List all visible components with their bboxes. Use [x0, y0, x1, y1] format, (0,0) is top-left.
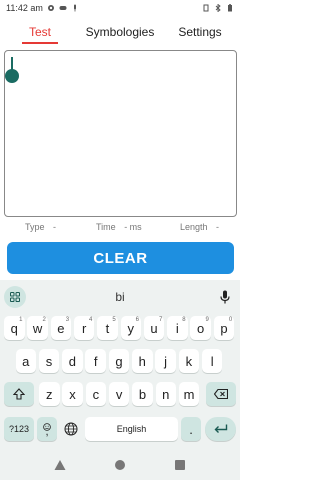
key-n[interactable]: n [155, 382, 176, 406]
key-r[interactable]: r4 [73, 316, 95, 340]
tab-test[interactable]: Test [0, 18, 80, 46]
keyboard-toolbar: bi [0, 283, 240, 309]
key-label: o [197, 320, 205, 336]
back-icon[interactable] [54, 459, 66, 471]
mic-icon[interactable] [216, 287, 234, 307]
soft-keyboard: bi q1w2e3r4t5y6u7i8o9p0 asdfghjkl zxcvbn… [0, 280, 240, 450]
navigation-bar [0, 450, 240, 480]
scan-output-textarea[interactable] [4, 50, 237, 217]
key-y[interactable]: y6 [120, 316, 141, 340]
battery-icon [226, 4, 234, 12]
keyboard-row-3: zxcvbnm [0, 382, 240, 408]
key-hint: 9 [205, 317, 209, 323]
type-value: - [53, 222, 57, 232]
key-label: q [10, 320, 18, 336]
length-value: - [216, 222, 220, 232]
bluetooth-icon [214, 4, 222, 12]
scan-info-row: Type - Time - ms Length - [0, 222, 240, 236]
key-h[interactable]: h [132, 349, 153, 373]
key-i[interactable]: i8 [167, 316, 188, 340]
key-hint: 5 [112, 317, 116, 323]
clear-button[interactable]: CLEAR [7, 242, 234, 274]
enter-key[interactable] [205, 417, 236, 441]
key-l[interactable]: l [201, 349, 223, 373]
key-hint: 1 [19, 317, 23, 323]
symbols-key[interactable]: ?123 [4, 417, 34, 441]
key-p[interactable]: p0 [213, 316, 235, 340]
space-key[interactable]: English [85, 417, 178, 441]
mic-small-icon [71, 4, 79, 12]
key-j[interactable]: j [155, 349, 176, 373]
key-hint: 4 [89, 317, 93, 323]
key-hint: 3 [65, 317, 70, 323]
key-x[interactable]: x [62, 382, 83, 406]
status-time: 11:42 am [6, 3, 43, 13]
tab-bar: Test Symbologies Settings [0, 18, 240, 46]
key-w[interactable]: w2 [27, 316, 48, 340]
type-info: Type - [25, 222, 56, 232]
vibrate-icon [202, 4, 210, 12]
key-label: e [57, 320, 65, 336]
keyboard-row-4: ?123 , English . [0, 417, 240, 443]
time-label: Time [96, 222, 116, 232]
keyboard-row-2: asdfghjkl [0, 349, 240, 375]
key-hint: 8 [182, 317, 186, 323]
home-icon[interactable] [114, 459, 126, 471]
key-label: t [105, 320, 110, 336]
emoji-icon [43, 419, 51, 434]
key-hint: 6 [135, 317, 139, 323]
tab-symbologies[interactable]: Symbologies [80, 18, 160, 46]
key-label: p [220, 320, 228, 336]
key-label: u [150, 320, 158, 336]
key-f[interactable]: f [85, 349, 106, 373]
key-t[interactable]: t5 [97, 316, 118, 340]
globe-icon[interactable] [60, 417, 82, 441]
key-b[interactable]: b [132, 382, 153, 406]
keyboard-row-1: q1w2e3r4t5y6u7i8o9p0 [0, 316, 240, 342]
backspace-key[interactable] [206, 382, 236, 406]
key-label: i [175, 320, 179, 336]
key-u[interactable]: u7 [143, 316, 165, 340]
key-label: y [127, 320, 135, 336]
key-o[interactable]: o9 [190, 316, 211, 340]
key-label: r [81, 320, 87, 336]
length-label: Length [180, 222, 208, 232]
length-info: Length - [180, 222, 219, 232]
word-suggestion[interactable]: bi [0, 290, 240, 304]
type-label: Type [25, 222, 45, 232]
key-label: w [32, 320, 43, 336]
settings-icon [47, 4, 55, 12]
key-a[interactable]: a [15, 349, 36, 373]
recents-icon[interactable] [174, 459, 186, 471]
key-s[interactable]: s [38, 349, 60, 373]
tab-settings[interactable]: Settings [160, 18, 240, 46]
key-hint: 0 [228, 317, 233, 323]
key-hint: 2 [42, 317, 46, 323]
key-g[interactable]: g [108, 349, 130, 373]
time-info: Time - ms [96, 222, 142, 232]
shift-key[interactable] [4, 382, 34, 406]
key-c[interactable]: c [85, 382, 107, 406]
key-hint: 7 [158, 317, 163, 323]
key-e[interactable]: e3 [50, 316, 72, 340]
cursor-handle[interactable] [5, 69, 19, 83]
comma-emoji-key[interactable]: , [37, 417, 57, 441]
period-key[interactable]: . [181, 417, 201, 441]
key-v[interactable]: v [108, 382, 130, 406]
key-m[interactable]: m [178, 382, 200, 406]
key-d[interactable]: d [62, 349, 83, 373]
time-value: - ms [124, 222, 142, 232]
gamepad-icon [59, 4, 67, 12]
key-z[interactable]: z [39, 382, 60, 406]
key-k[interactable]: k [178, 349, 200, 373]
key-q[interactable]: q1 [4, 316, 25, 340]
status-bar: 11:42 am [0, 0, 240, 16]
